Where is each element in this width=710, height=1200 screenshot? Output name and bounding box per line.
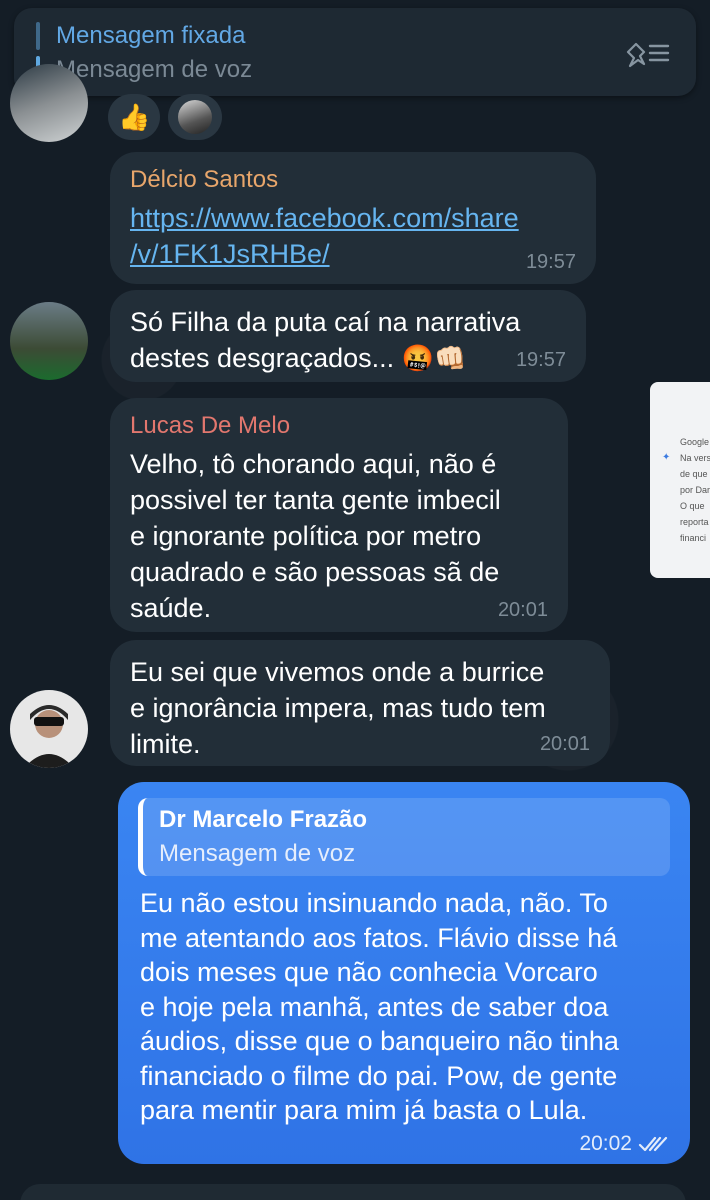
message-time: 19:57 bbox=[525, 251, 576, 273]
avatar[interactable] bbox=[10, 302, 88, 380]
message-time: 20:02 bbox=[579, 1132, 632, 1155]
reply-subtitle: Mensagem de voz bbox=[159, 840, 356, 867]
double-check-icon bbox=[638, 1136, 668, 1152]
sender-name[interactable]: Délcio Santos bbox=[130, 166, 576, 194]
message-text: Eu não estou insinuando nada, não. To me… bbox=[140, 888, 619, 1125]
pinned-title: Mensagem fixada bbox=[56, 22, 246, 49]
pinned-message-bar[interactable]: Mensagem fixada Mensagem de voz bbox=[14, 8, 696, 96]
message-input-bar[interactable] bbox=[20, 1184, 686, 1200]
reaction-thumbs-up[interactable]: 👍 bbox=[108, 94, 161, 140]
reactions-row: 👍 bbox=[108, 94, 223, 140]
avatar[interactable] bbox=[10, 690, 88, 768]
reply-sender: Dr Marcelo Frazão bbox=[159, 806, 368, 833]
message-bubble[interactable]: Lucas De Melo Velho, tô chorando aqui, n… bbox=[110, 398, 568, 632]
message-time: 20:01 bbox=[539, 733, 590, 755]
thumbs-up-icon: 👍 bbox=[118, 101, 151, 132]
message-bubble[interactable]: Só Filha da puta caí na narrativa destes… bbox=[110, 290, 586, 382]
avatar-image bbox=[24, 705, 74, 768]
avatar[interactable] bbox=[10, 64, 88, 142]
message-text: Velho, tô chorando aqui, não é possivel … bbox=[130, 449, 501, 623]
message-time: 19:57 bbox=[515, 349, 566, 371]
pin-list-icon[interactable] bbox=[624, 38, 672, 68]
reactor-avatar bbox=[178, 100, 213, 134]
sender-name[interactable]: Lucas De Melo bbox=[130, 412, 548, 440]
message-link[interactable]: https://www.facebook.com/share/v/1FK1JsR… bbox=[130, 203, 519, 269]
side-preview-card[interactable]: ✦ Google S Na vers de que por Dar O que … bbox=[650, 382, 710, 578]
message-bubble[interactable]: Délcio Santos https://www.facebook.com/s… bbox=[110, 152, 596, 284]
own-message-bubble[interactable]: Dr Marcelo Frazão Mensagem de voz Eu não… bbox=[118, 782, 690, 1164]
reply-quote[interactable]: Dr Marcelo Frazão Mensagem de voz bbox=[138, 798, 670, 876]
sparkle-icon: ✦ bbox=[662, 452, 671, 463]
pinned-subtitle: Mensagem de voz bbox=[56, 56, 253, 83]
emoji-angry-fist: 🤬👊🏻 bbox=[401, 343, 467, 373]
message-text: Só Filha da puta caí na narrativa destes… bbox=[130, 307, 521, 373]
reaction-user[interactable] bbox=[168, 94, 223, 140]
message-bubble[interactable]: Eu sei que vivemos onde a burrice e igno… bbox=[110, 640, 610, 766]
message-text: https://www.facebook.com/share/v/1FK1JsR… bbox=[130, 200, 576, 272]
message-text: Eu sei que vivemos onde a burrice e igno… bbox=[130, 657, 546, 759]
message-time: 20:01 bbox=[497, 599, 548, 621]
